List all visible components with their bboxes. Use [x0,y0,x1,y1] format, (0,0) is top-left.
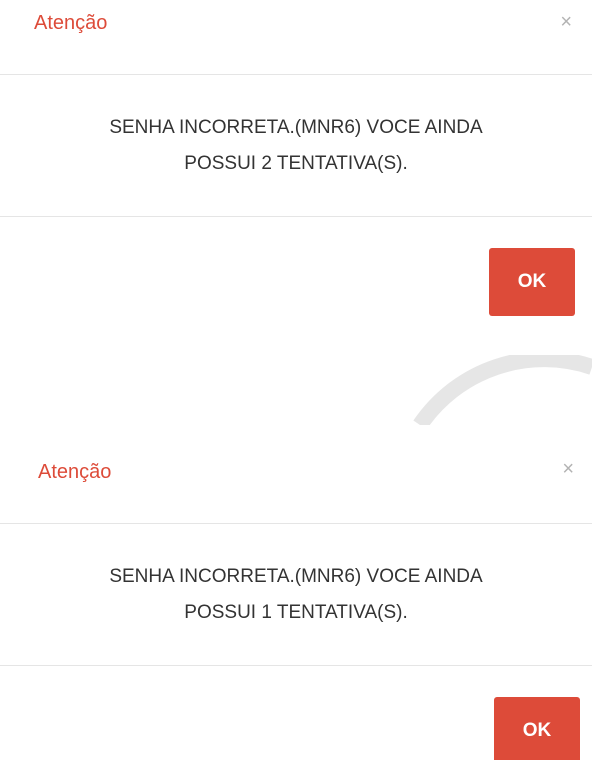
dialog-message-line-2: POSSUI 2 TENTATIVA(S). [184,152,408,174]
dialog-footer: OK [0,217,592,337]
dialog-message-line-1: SENHA INCORRETA.(MNR6) VOCE AINDA [109,565,483,587]
dialog-header: Atenção × [0,0,592,75]
dialog-message: SENHA INCORRETA.(MNR6) VOCE AINDA POSSUI… [46,559,546,631]
close-icon[interactable]: × [562,459,574,479]
ok-button[interactable]: OK [494,697,580,760]
dialog-title: Atenção [34,12,108,34]
alert-dialog-2: Atenção × SENHA INCORRETA.(MNR6) VOCE AI… [0,425,592,760]
dialog-message: SENHA INCORRETA.(MNR6) VOCE AINDA POSSUI… [46,110,546,182]
dialog-body: SENHA INCORRETA.(MNR6) VOCE AINDA POSSUI… [0,75,592,217]
dialog-title: Atenção [38,461,112,483]
dialog-message-line-2: POSSUI 1 TENTATIVA(S). [184,601,408,623]
dialog-header: Atenção × [0,425,592,524]
ok-button[interactable]: OK [489,248,575,316]
loading-spinner-icon [413,355,592,425]
dialog-footer: OK [0,666,592,760]
dialog-message-line-1: SENHA INCORRETA.(MNR6) VOCE AINDA [109,116,483,138]
close-icon[interactable]: × [560,12,572,32]
dialog-body: SENHA INCORRETA.(MNR6) VOCE AINDA POSSUI… [0,524,592,666]
screen: Atenção × SENHA INCORRETA.(MNR6) VOCE AI… [0,0,592,760]
